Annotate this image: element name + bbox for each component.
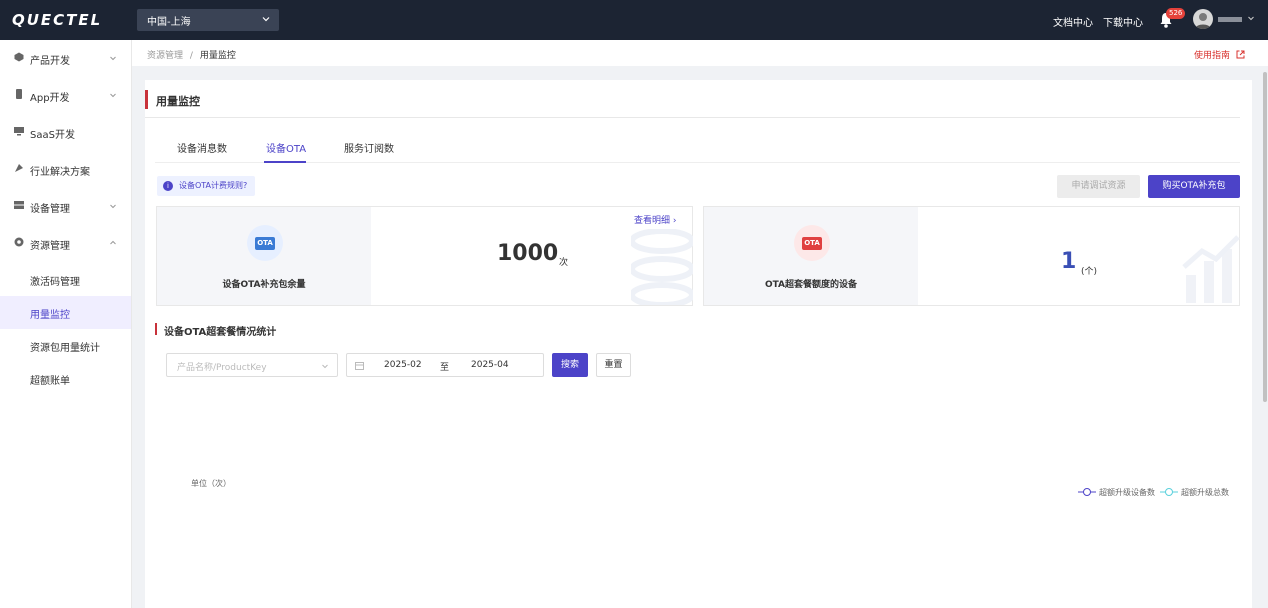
reset-button[interactable]: 重置 <box>596 353 631 377</box>
page-header: 用量监控 <box>145 90 1240 118</box>
monitor-icon <box>14 127 24 136</box>
sidebar-item-device-mgmt[interactable]: 设备管理 <box>0 188 131 224</box>
chevron-down-icon <box>110 204 116 209</box>
active-tab-indicator <box>264 161 306 163</box>
phone-icon <box>16 89 22 99</box>
buy-ota-package-button[interactable]: 购买OTA补充包 <box>1148 175 1240 198</box>
chevron-down-icon <box>262 17 270 22</box>
info-icon: i <box>163 181 173 191</box>
range-start[interactable]: 2025-02 <box>384 360 422 370</box>
cube-icon <box>14 52 24 62</box>
legend-label: 超额升级总数 <box>1181 487 1229 497</box>
username[interactable] <box>1218 17 1242 22</box>
trend-watermark-icon <box>1182 235 1240 303</box>
solution-icon <box>15 164 23 172</box>
download-center-link[interactable]: 下载中心 <box>1103 14 1143 29</box>
ota-icon: OTA <box>247 225 283 261</box>
chevron-down-icon <box>110 56 116 61</box>
calendar-icon <box>355 362 364 370</box>
resource-icon <box>14 237 24 247</box>
notification-badge: 526 <box>1166 8 1186 19</box>
external-link-icon <box>1236 50 1245 59</box>
view-details-link[interactable]: 查看明细 › <box>634 213 676 226</box>
chevron-up-icon <box>110 240 116 245</box>
ota-overage-line-chart: 单位（次）01232025-022025-032025-04超额升级设备数超额升… <box>191 478 1229 497</box>
sidebar-item-app-dev[interactable]: App开发 <box>0 77 131 113</box>
ota-balance-unit: 次 <box>559 258 569 268</box>
breadcrumb-current: 用量监控 <box>199 51 236 61</box>
docs-center-link[interactable]: 文档中心 <box>1053 14 1093 29</box>
guide-link[interactable]: 使用指南 <box>1194 48 1245 61</box>
sidebar-item-solutions[interactable]: 行业解决方案 <box>0 151 131 187</box>
region-select[interactable]: 中国-上海 <box>137 9 279 31</box>
ota-balance-panel: OTA 设备OTA补充包余量 <box>157 207 371 305</box>
apply-debug-resources-button[interactable]: 申请调试资源 <box>1057 175 1140 198</box>
main-card: 用量监控 设备消息数 设备OTA 服务订阅数 i 设备OTA计费规则? 申请调试… <box>145 80 1252 608</box>
sidebar-item-activation-codes[interactable]: 激活码管理 <box>0 263 131 296</box>
breadcrumb-separator: / <box>189 51 193 61</box>
sidebar: 产品开发 App开发 SaaS开发 行业解决方案 设备管理 资源管理 激活码管理… <box>0 40 132 608</box>
chevron-down-icon <box>110 93 116 98</box>
y-axis-label: 单位（次） <box>191 478 231 488</box>
sidebar-item-overage-bills[interactable]: 超额账单 <box>0 362 131 395</box>
chevron-down-icon <box>322 364 328 369</box>
product-select[interactable]: 产品名称/ProductKey <box>166 353 338 377</box>
sidebar-item-product-dev[interactable]: 产品开发 <box>0 40 131 76</box>
ota-overage-devices-card: OTA OTA超套餐额度的设备 1 (个) <box>703 206 1240 306</box>
range-end[interactable]: 2025-04 <box>471 360 509 370</box>
ota-balance-value: 1000 <box>497 241 559 266</box>
product-select-placeholder: 产品名称/ProductKey <box>177 363 267 373</box>
ota-balance-card: OTA 设备OTA补充包余量 查看明细 › 1000 次 <box>156 206 693 306</box>
coins-watermark-icon <box>631 229 693 305</box>
quectel-logo[interactable]: QUECTEL <box>12 11 102 29</box>
breadcrumb: 资源管理 / 用量监控 <box>147 48 236 61</box>
avatar[interactable] <box>1193 9 1213 29</box>
chevron-down-icon[interactable] <box>1247 14 1255 22</box>
scrollbar-thumb[interactable] <box>1263 72 1267 402</box>
legend-marker <box>1165 488 1173 496</box>
ota-overage-label: OTA超套餐额度的设备 <box>764 280 858 290</box>
ota-balance-label: 设备OTA补充包余量 <box>222 280 306 290</box>
breadcrumb-bar: 资源管理 / 用量监控 使用指南 <box>132 40 1268 66</box>
tab-bar: 设备消息数 设备OTA 服务订阅数 <box>155 130 1240 163</box>
ota-overage-panel: OTA OTA超套餐额度的设备 <box>704 207 918 305</box>
page-scrollbar[interactable] <box>1262 66 1268 608</box>
sidebar-item-saas-dev[interactable]: SaaS开发 <box>0 114 131 150</box>
tab-service-subscriptions[interactable]: 服务订阅数 <box>344 140 394 155</box>
legend-label: 超额升级设备数 <box>1099 487 1155 497</box>
sidebar-item-usage-monitor[interactable]: 用量监控 <box>0 296 131 329</box>
range-separator: 至 <box>440 363 450 373</box>
device-icon <box>14 201 24 209</box>
tab-device-ota[interactable]: 设备OTA <box>266 140 306 155</box>
top-bar: QUECTEL 中国-上海 文档中心 下载中心 526 <box>0 0 1268 40</box>
title-accent <box>145 90 148 109</box>
section-accent <box>155 323 157 335</box>
sidebar-item-resource-mgmt[interactable]: 资源管理 <box>0 225 131 261</box>
ota-overage-unit: (个) <box>1081 267 1098 277</box>
page-title: 用量监控 <box>156 95 200 108</box>
ota-billing-rule-link[interactable]: i 设备OTA计费规则? <box>157 176 256 196</box>
month-range-picker[interactable]: 2025-02 至 2025-04 <box>346 353 544 377</box>
tab-device-messages[interactable]: 设备消息数 <box>177 140 227 155</box>
sidebar-item-package-stats[interactable]: 资源包用量统计 <box>0 329 131 362</box>
search-button[interactable]: 搜索 <box>552 353 588 377</box>
legend-marker <box>1083 488 1091 496</box>
region-value: 中国-上海 <box>147 17 191 28</box>
breadcrumb-parent[interactable]: 资源管理 <box>147 51 183 61</box>
ota-icon: OTA <box>794 225 830 261</box>
ota-overage-value: 1 <box>1061 249 1077 274</box>
